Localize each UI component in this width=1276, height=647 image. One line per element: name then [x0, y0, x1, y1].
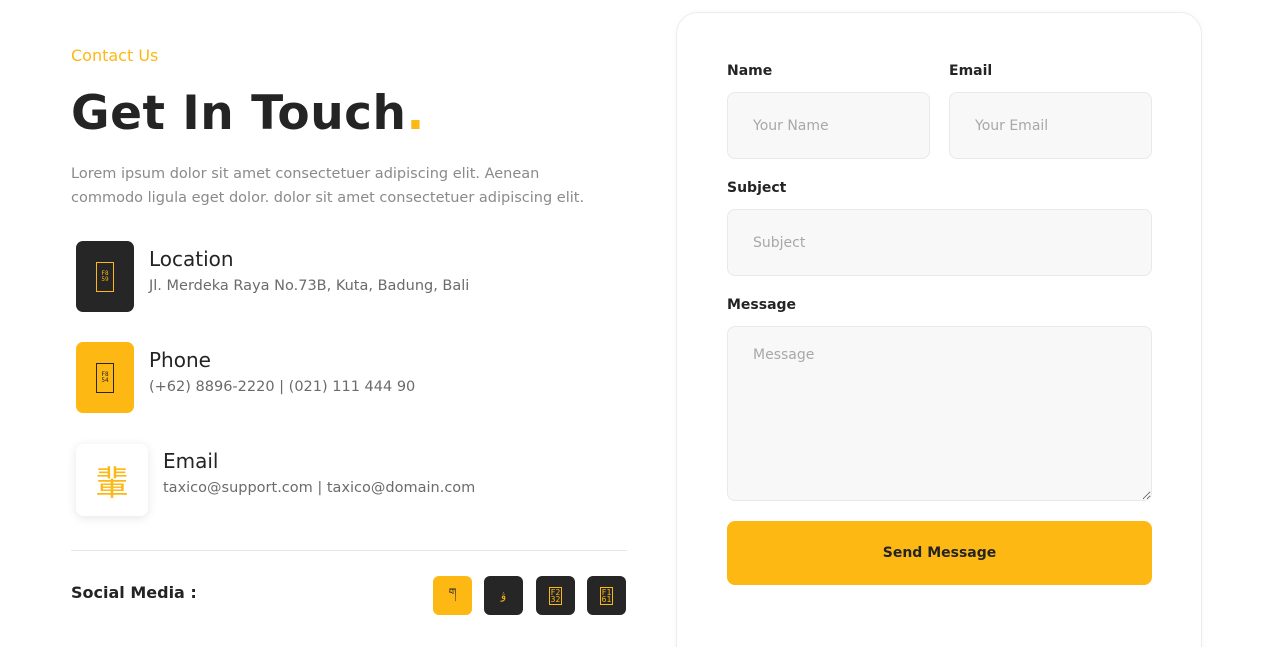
- facebook-button[interactable]: ག: [433, 576, 472, 615]
- section-eyebrow: Contact Us: [71, 46, 159, 65]
- phone-icon-box: F8 54: [76, 342, 134, 413]
- location-title: Location: [149, 247, 234, 271]
- email-icon: 輩: [95, 463, 129, 504]
- social-media-label: Social Media :: [71, 583, 197, 602]
- location-text: Jl. Merdeka Raya No.73B, Kuta, Badung, B…: [149, 278, 470, 294]
- contact-form-card: Name Email Subject Message Send Message: [676, 12, 1202, 647]
- location-icon: F8 59: [96, 261, 114, 292]
- location-icon-box: F8 59: [76, 241, 134, 312]
- title-accent-dot: .: [406, 86, 425, 141]
- divider: [71, 550, 627, 551]
- info-location: F8 59 Location Jl. Merdeka Raya No.73B, K…: [76, 241, 469, 312]
- message-label: Message: [727, 297, 797, 313]
- name-input[interactable]: [727, 92, 930, 159]
- info-email: 輩 Email taxico@support.com | taxico@doma…: [76, 444, 475, 516]
- section-description: Lorem ipsum dolor sit amet consectetuer …: [71, 166, 585, 206]
- subject-input[interactable]: [727, 209, 1152, 276]
- message-textarea[interactable]: [727, 326, 1152, 501]
- name-label: Name: [727, 63, 773, 79]
- instagram-button[interactable]: ۋ: [484, 576, 523, 615]
- twitter-button[interactable]: F2 32: [536, 576, 575, 615]
- email-icon-box: 輩: [76, 444, 148, 516]
- linkedin-button[interactable]: F1 61: [587, 576, 626, 615]
- contact-info-section: Contact Us Get In Touch. Lorem ipsum dol…: [71, 0, 627, 647]
- email-label: Email: [949, 63, 993, 79]
- linkedin-icon: F1 61: [599, 586, 614, 605]
- instagram-icon: ۋ: [500, 589, 507, 602]
- email-input[interactable]: [949, 92, 1152, 159]
- phone-text: (+62) 8896-2220 | (021) 111 444 90: [149, 379, 416, 395]
- page-title-text: Get In Touch: [71, 86, 407, 141]
- email-text: taxico@support.com | taxico@domain.com: [163, 480, 476, 496]
- twitter-icon: F2 32: [548, 586, 563, 605]
- facebook-icon: ག: [448, 586, 457, 599]
- phone-title: Phone: [149, 348, 211, 372]
- email-title: Email: [163, 449, 219, 473]
- page-title: Get In Touch.: [71, 86, 425, 141]
- send-message-button[interactable]: Send Message: [727, 521, 1152, 585]
- phone-icon: F8 54: [96, 362, 114, 393]
- info-phone: F8 54 Phone (+62) 8896-2220 | (021) 111 4…: [76, 342, 415, 413]
- subject-label: Subject: [727, 180, 787, 196]
